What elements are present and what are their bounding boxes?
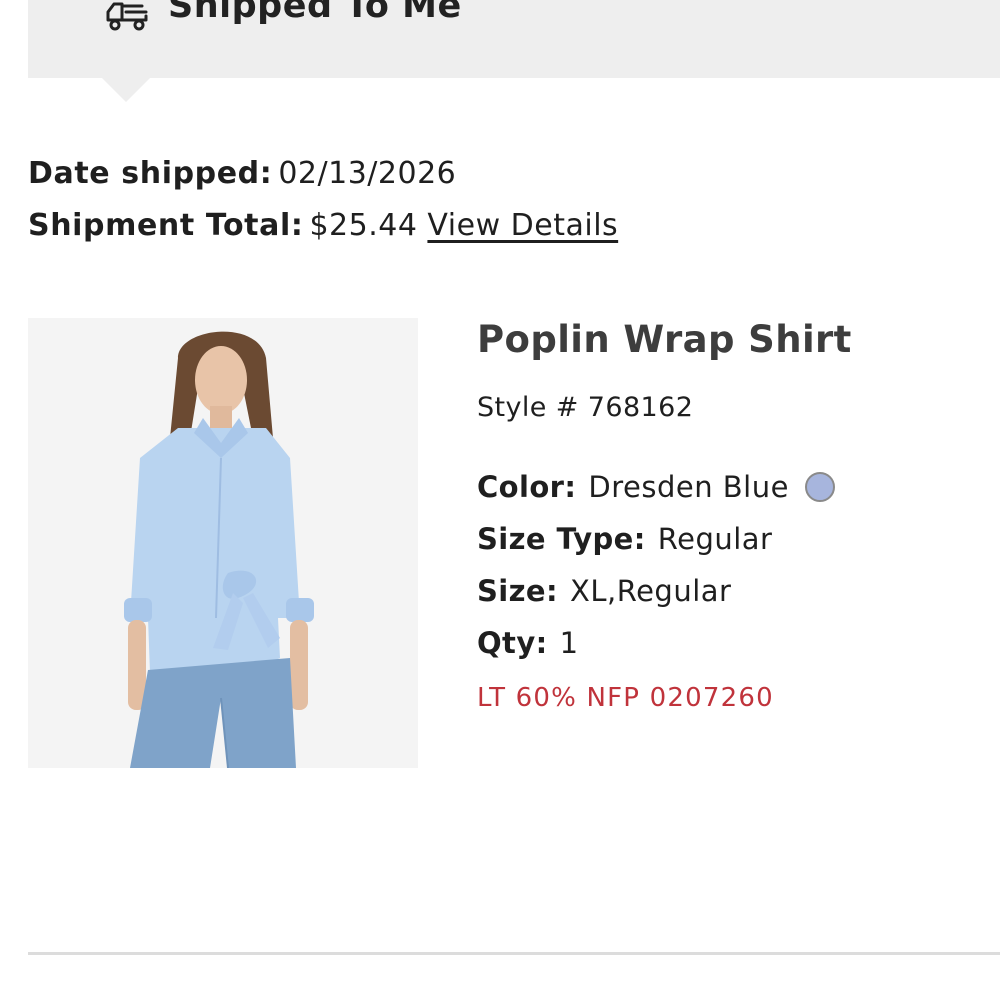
product-details: Poplin Wrap Shirt Style # 768162 Color: … [477, 316, 977, 713]
product-image[interactable] [28, 318, 418, 768]
color-label: Color: [477, 470, 577, 504]
qty-label: Qty: [477, 626, 548, 660]
date-shipped-row: Date shipped: 02/13/2026 [28, 148, 618, 200]
qty-value: 1 [559, 626, 579, 660]
banner-notch [102, 78, 150, 102]
size-value: XL,Regular [569, 574, 732, 608]
color-value: Dresden Blue [588, 470, 789, 504]
shipment-meta: Date shipped: 02/13/2026 Shipment Total: $… [28, 148, 618, 252]
shipment-total-label: Shipment Total: [28, 208, 304, 243]
size-type-value: Regular [657, 522, 773, 556]
style-number: Style # 768162 [477, 392, 694, 423]
banner-title: Shipped To Me [168, 0, 462, 26]
color-row: Color: Dresden Blue [477, 461, 977, 513]
date-shipped-value: 02/13/2026 [278, 156, 457, 191]
size-type-row: Size Type: Regular [477, 513, 977, 565]
qty-row: Qty: 1 [477, 617, 977, 669]
product-photo-illustration [28, 318, 418, 768]
shipment-page: Shipped To Me Date shipped: 02/13/2026 Sh… [0, 0, 1000, 1000]
size-type-label: Size Type: [477, 522, 646, 556]
truck-icon [106, 2, 148, 31]
shipment-total-value: $25.44 [309, 208, 418, 243]
date-shipped-label: Date shipped: [28, 156, 273, 191]
view-details-link[interactable]: View Details [427, 208, 618, 243]
product-name[interactable]: Poplin Wrap Shirt [477, 316, 977, 364]
color-swatch-icon [804, 472, 835, 502]
size-label: Size: [477, 574, 558, 608]
shipping-method-banner: Shipped To Me [28, 0, 1000, 78]
section-divider [28, 952, 1000, 955]
size-row: Size: XL,Regular [477, 565, 977, 617]
product-attributes: Color: Dresden Blue Size Type: Regular S… [477, 461, 977, 669]
shipment-total-row: Shipment Total: $25.44 View Details [28, 200, 618, 252]
promo-code: LT 60% NFP 0207260 [477, 683, 774, 713]
